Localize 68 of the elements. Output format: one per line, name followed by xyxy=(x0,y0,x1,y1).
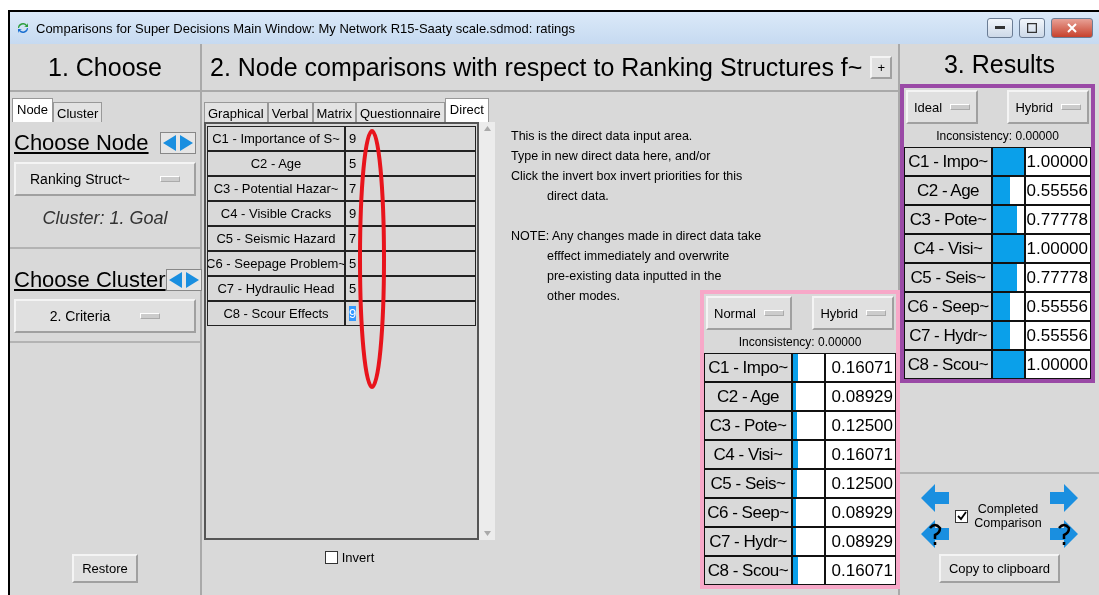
tab[interactable]: Cluster xyxy=(53,102,103,122)
priority-value: 0.08929 xyxy=(826,528,895,555)
minimize-button[interactable] xyxy=(987,18,1013,38)
priority-value: 0.55556 xyxy=(1026,293,1090,320)
refresh-icon xyxy=(16,21,30,35)
choose-node-heading: Choose Node xyxy=(14,130,149,156)
maximize-button[interactable] xyxy=(1019,18,1045,38)
priority-value: 1.00000 xyxy=(1026,351,1090,378)
priority-value: 0.16071 xyxy=(826,441,895,468)
tab[interactable]: Node xyxy=(12,98,54,122)
tab[interactable]: Direct xyxy=(444,98,489,122)
info-text: NOTE: Any changes made in direct data take xyxy=(511,228,763,245)
priority-value: 0.12500 xyxy=(826,470,895,497)
priority-value: 0.12500 xyxy=(826,412,895,439)
priority-value: 0.08929 xyxy=(826,499,895,526)
info-text: Click the invert box invert priorities for this xyxy=(511,168,744,185)
priority-value: 0.08929 xyxy=(826,383,895,410)
minimize-icon xyxy=(995,26,1005,30)
priority-value: 0.55556 xyxy=(1026,177,1090,204)
restore-button[interactable]: Restore xyxy=(72,554,138,583)
tab[interactable]: Matrix xyxy=(312,102,356,122)
section-heading: 1. Choose xyxy=(48,52,162,82)
priority-value: 0.16071 xyxy=(826,354,895,381)
window-title: Comparisons for Super Decisions Main Window: My Network R15-Saaty scale.sdmod: ratings xyxy=(36,20,576,36)
priority-value: 0.77778 xyxy=(1026,264,1090,291)
mode-dropdown[interactable]: Ideal xyxy=(906,90,979,124)
mode-dropdown[interactable]: Normal xyxy=(706,296,792,330)
tab[interactable]: Questionnaire xyxy=(355,102,445,122)
section-heading: 2. Node comparisons with respect to Ranking Structures f~ xyxy=(210,52,863,82)
invert-label: Invert xyxy=(341,550,375,565)
help-arrow-icon[interactable] xyxy=(1048,518,1080,550)
close-icon xyxy=(1067,23,1077,33)
info-text: other modes. xyxy=(546,288,621,305)
invert-checkbox[interactable] xyxy=(324,551,338,564)
completed-label: Completed Comparison xyxy=(973,502,1043,530)
inconsistency-text: Inconsistency: 0.00000 xyxy=(737,335,863,349)
type-dropdown[interactable]: Hybrid xyxy=(812,296,894,330)
cluster-dropdown[interactable]: 2. Criteria xyxy=(14,299,196,333)
expand-button[interactable]: + xyxy=(870,55,892,79)
priority-value: 0.16071 xyxy=(826,557,895,584)
criterion-label: C6 - Seep~ xyxy=(705,499,793,526)
tab[interactable]: Graphical xyxy=(204,102,268,122)
type-dropdown[interactable]: Hybrid xyxy=(1007,90,1089,124)
maximize-icon xyxy=(1027,23,1037,33)
tab[interactable]: Verbal xyxy=(267,102,313,122)
criterion-label: C8 - Scou~ xyxy=(705,557,793,584)
priority-value: 1.00000 xyxy=(1026,148,1090,175)
choose-cluster-heading: Choose Cluster xyxy=(14,267,166,293)
cluster-label: Cluster: 1. Goal xyxy=(41,208,169,229)
inconsistency-text: Inconsistency: 0.00000 xyxy=(935,129,1060,143)
close-button[interactable] xyxy=(1051,18,1093,38)
info-text: direct data. xyxy=(546,188,610,205)
completed-checkbox[interactable] xyxy=(955,509,968,523)
help-arrow-icon[interactable] xyxy=(919,518,951,550)
section-heading: 3. Results xyxy=(943,49,1056,79)
copy-button[interactable]: Copy to clipboard xyxy=(938,554,1061,583)
info-text: Type in new direct data here, and/or xyxy=(511,148,712,165)
criterion-label: C8 - Scou~ xyxy=(905,351,993,378)
prev-next-buttons[interactable] xyxy=(165,269,202,291)
priority-value: 0.77778 xyxy=(1026,206,1090,233)
priority-value: 1.00000 xyxy=(1026,235,1090,262)
info-text: This is the direct data input area. xyxy=(511,128,694,145)
criterion-label: C6 - Seep~ xyxy=(905,293,993,320)
prev-next-buttons[interactable] xyxy=(160,132,196,154)
info-text: pre-existing data inputted in the xyxy=(546,268,723,285)
node-dropdown[interactable]: Ranking Struct~ xyxy=(14,162,196,196)
info-text: efffect immediately and overwrite xyxy=(546,248,731,265)
priority-value: 0.55556 xyxy=(1026,322,1090,349)
